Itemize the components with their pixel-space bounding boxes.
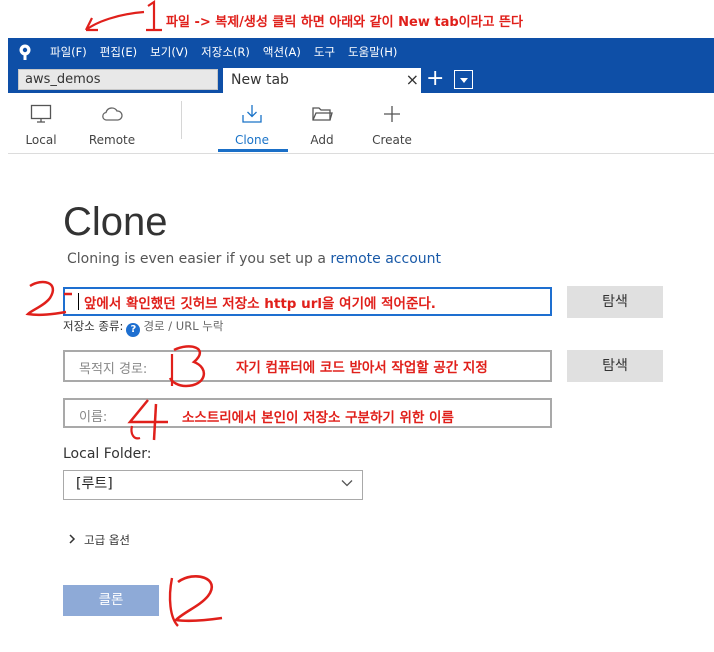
tab-new-tab-label: New tab xyxy=(231,72,289,88)
page-title: Clone xyxy=(63,200,168,244)
toolbar: Local Remote Clone Add Create xyxy=(8,93,714,154)
menu-bar: 파일(F) 편집(E) 보기(V) 저장소(R) 액션(A) 도구 도움말(H) xyxy=(8,38,714,66)
toolbar-add-button[interactable]: Add xyxy=(292,93,352,153)
menu-repository[interactable]: 저장소(R) xyxy=(201,44,250,60)
remote-account-link[interactable]: remote account xyxy=(330,251,441,267)
toolbar-create-button[interactable]: Create xyxy=(362,93,422,153)
toolbar-clone-label: Clone xyxy=(234,133,270,147)
menu-actions[interactable]: 액션(A) xyxy=(263,44,301,60)
annotation-number-5 xyxy=(168,575,223,627)
toolbar-local-button[interactable]: Local xyxy=(11,93,71,153)
hint-value: 경로 / URL 누락 xyxy=(143,319,224,333)
folder-icon xyxy=(312,107,333,121)
toolbar-clone-button[interactable]: Clone xyxy=(222,93,282,153)
plus-icon xyxy=(384,106,400,122)
annotation-number-4 xyxy=(127,399,168,441)
cloud-icon xyxy=(102,107,123,121)
toolbar-remote-button[interactable]: Remote xyxy=(82,93,142,153)
annotation-top: 파일 -> 복제/생성 클릭 하면 아래와 같이 New tab이라고 뜬다 xyxy=(166,15,523,30)
monitor-icon xyxy=(30,104,52,123)
local-folder-label: Local Folder: xyxy=(63,446,152,462)
toolbar-remote-label: Remote xyxy=(88,133,136,147)
toolbar-local-label: Local xyxy=(25,133,57,147)
download-icon xyxy=(242,105,262,123)
annotation-arrow-1 xyxy=(85,0,162,32)
help-icon[interactable]: ? xyxy=(126,323,141,337)
menu-tools[interactable]: 도구 xyxy=(314,44,335,60)
toolbar-create-label: Create xyxy=(372,133,412,147)
tab-strip: aws_demos New tab × + xyxy=(8,66,714,93)
text-caret xyxy=(78,293,79,310)
annotation-number-3 xyxy=(168,345,206,388)
menu-items: 파일(F) 편집(E) 보기(V) 저장소(R) 액션(A) 도구 도움말(H) xyxy=(50,38,397,66)
subtitle-text: Cloning is even easier if you set up a xyxy=(67,251,326,267)
close-icon[interactable]: × xyxy=(406,68,419,92)
browse-destination-button[interactable]: 탐색 xyxy=(567,350,663,382)
page-subtitle: Cloning is even easier if you set up a r… xyxy=(67,251,441,267)
repository-type-hint: 저장소 종류:? 경로 / URL 누락 xyxy=(63,318,223,337)
hint-label: 저장소 종류: xyxy=(63,319,124,333)
chevron-right-icon xyxy=(69,534,76,544)
name-placeholder: 이름: xyxy=(79,410,108,425)
clone-button[interactable]: 클론 xyxy=(63,585,159,616)
toolbar-divider xyxy=(181,101,182,139)
tab-dropdown-button[interactable] xyxy=(454,70,473,89)
chevron-down-icon xyxy=(341,480,353,487)
menu-file[interactable]: 파일(F) xyxy=(50,44,87,60)
menu-help[interactable]: 도움말(H) xyxy=(348,44,397,60)
annotation-step2: 앞에서 확인했던 깃허브 저장소 http url을 여기에 적어준다. xyxy=(84,296,436,312)
annotation-step3: 자기 컴퓨터에 코드 받아서 작업할 공간 지정 xyxy=(236,360,488,376)
local-folder-value: [루트] xyxy=(76,476,113,492)
tab-new-tab[interactable]: New tab × xyxy=(223,68,421,93)
tab-aws-demos[interactable]: aws_demos xyxy=(18,69,218,90)
annotation-number-2-top xyxy=(25,280,72,317)
advanced-options-label: 고급 옵션 xyxy=(84,533,130,547)
active-tab-indicator xyxy=(218,149,288,152)
advanced-options-toggle[interactable]: 고급 옵션 xyxy=(68,532,130,548)
toolbar-add-label: Add xyxy=(310,133,334,147)
destination-placeholder: 목적지 경로: xyxy=(79,362,148,377)
add-tab-icon[interactable]: + xyxy=(426,67,444,91)
menu-view[interactable]: 보기(V) xyxy=(150,44,188,60)
browse-source-button[interactable]: 탐색 xyxy=(567,286,663,318)
annotation-step4: 소스트리에서 본인이 저장소 구분하기 위한 이름 xyxy=(182,410,454,426)
sourcetree-logo-icon xyxy=(19,44,31,60)
menu-edit[interactable]: 편집(E) xyxy=(100,44,137,60)
local-folder-select[interactable]: [루트] xyxy=(63,470,363,500)
